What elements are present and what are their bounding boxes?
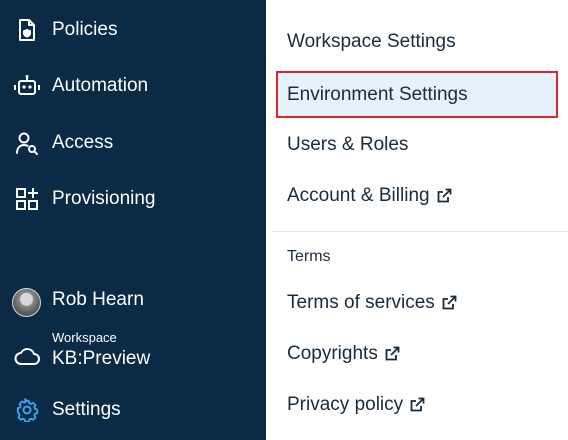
user-search-icon xyxy=(14,130,40,156)
menu-item-label: Copyrights xyxy=(287,343,378,364)
menu-item-environment-settings[interactable]: Environment Settings xyxy=(276,71,558,118)
settings-menu-panel xyxy=(266,0,568,440)
workspace-caption: Workspace xyxy=(52,330,117,345)
menu-item-users-roles[interactable]: Users & Roles xyxy=(276,125,558,165)
external-link-icon xyxy=(384,346,400,362)
sidebar-item-label: Provisioning xyxy=(52,188,156,209)
sidebar-item-label: Settings xyxy=(52,399,121,420)
menu-divider xyxy=(272,231,568,232)
sidebar-item-access[interactable]: Access xyxy=(0,123,266,163)
sidebar: Policies Automation Access Provisioning … xyxy=(0,0,266,440)
sidebar-item-label: Access xyxy=(52,132,114,153)
external-link-icon xyxy=(409,397,425,413)
robot-icon xyxy=(14,73,40,99)
menu-item-label: Privacy policy xyxy=(287,394,404,415)
menu-item-workspace-settings[interactable]: Workspace Settings xyxy=(276,22,558,62)
menu-item-label: Account & Billing xyxy=(287,185,430,206)
external-link-icon xyxy=(436,188,452,204)
menu-item-label: Environment Settings xyxy=(287,83,468,105)
sidebar-item-policies[interactable]: Policies xyxy=(0,10,266,50)
workspace-name: KB:Preview xyxy=(52,348,151,369)
menu-item-label: Terms of services xyxy=(287,292,435,313)
menu-item-terms-of-services[interactable]: Terms of services xyxy=(276,283,558,323)
cloud-icon xyxy=(14,343,40,369)
grid-plus-icon xyxy=(14,186,40,212)
menu-item-label: Users & Roles xyxy=(287,134,409,155)
sidebar-item-label: Automation xyxy=(52,75,149,96)
external-link-icon xyxy=(441,295,457,311)
menu-item-privacy-policy[interactable]: Privacy policy xyxy=(276,385,558,425)
sidebar-item-provisioning[interactable]: Provisioning xyxy=(0,179,266,219)
sidebar-item-settings[interactable]: Settings xyxy=(0,390,266,430)
sidebar-item-label: Policies xyxy=(52,19,118,40)
gear-icon xyxy=(14,397,40,423)
sidebar-item-automation[interactable]: Automation xyxy=(0,66,266,106)
user-name: Rob Hearn xyxy=(52,289,144,310)
avatar[interactable] xyxy=(12,288,41,317)
policy-document-icon xyxy=(14,17,40,43)
terms-section-heading: Terms xyxy=(287,248,331,265)
menu-item-copyrights[interactable]: Copyrights xyxy=(276,334,558,374)
menu-item-label: Workspace Settings xyxy=(287,31,456,52)
menu-item-account-billing[interactable]: Account & Billing xyxy=(276,176,558,216)
